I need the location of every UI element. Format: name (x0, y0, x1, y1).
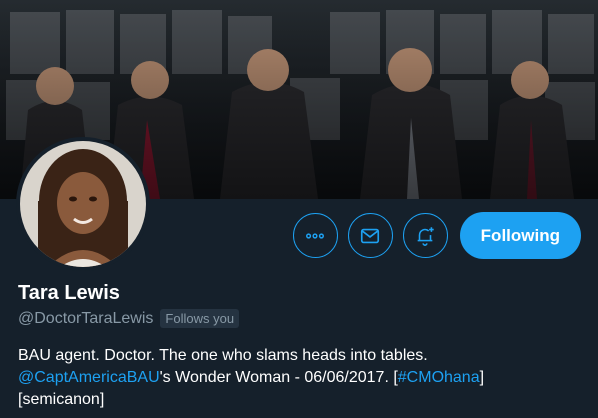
handle-row: @DoctorTaraLewis Follows you (18, 309, 240, 328)
profile-avatar[interactable] (16, 137, 150, 271)
bell-plus-icon (417, 226, 434, 246)
bio-line-1: BAU agent. Doctor. The one who slams hea… (18, 347, 428, 364)
profile-bio: BAU agent. Doctor. The one who slams hea… (18, 345, 588, 411)
bio-line-3: [semicanon] (18, 391, 105, 408)
message-button[interactable] (347, 213, 393, 258)
following-button[interactable]: Following (459, 212, 581, 259)
bio-line-2: @CaptAmericaBAU's Wonder Woman - 06/06/2… (18, 367, 588, 389)
notifications-button[interactable] (402, 213, 448, 258)
envelope-icon (361, 228, 380, 243)
profile-actions: Following (283, 212, 581, 259)
bio-mention-link[interactable]: @CaptAmericaBAU (18, 369, 160, 386)
profile-name: Tara Lewis (18, 282, 120, 304)
profile-handle: @DoctorTaraLewis (18, 309, 154, 327)
bio-text: 's Wonder Woman - 06/06/2017. [ (159, 369, 398, 386)
avatar-image (20, 141, 146, 267)
more-icon (306, 232, 325, 239)
more-button[interactable] (292, 213, 338, 258)
follows-you-badge: Follows you (160, 309, 240, 328)
bio-hashtag-link[interactable]: #CMOhana (398, 369, 480, 386)
bio-text-tail: ] (479, 369, 485, 386)
